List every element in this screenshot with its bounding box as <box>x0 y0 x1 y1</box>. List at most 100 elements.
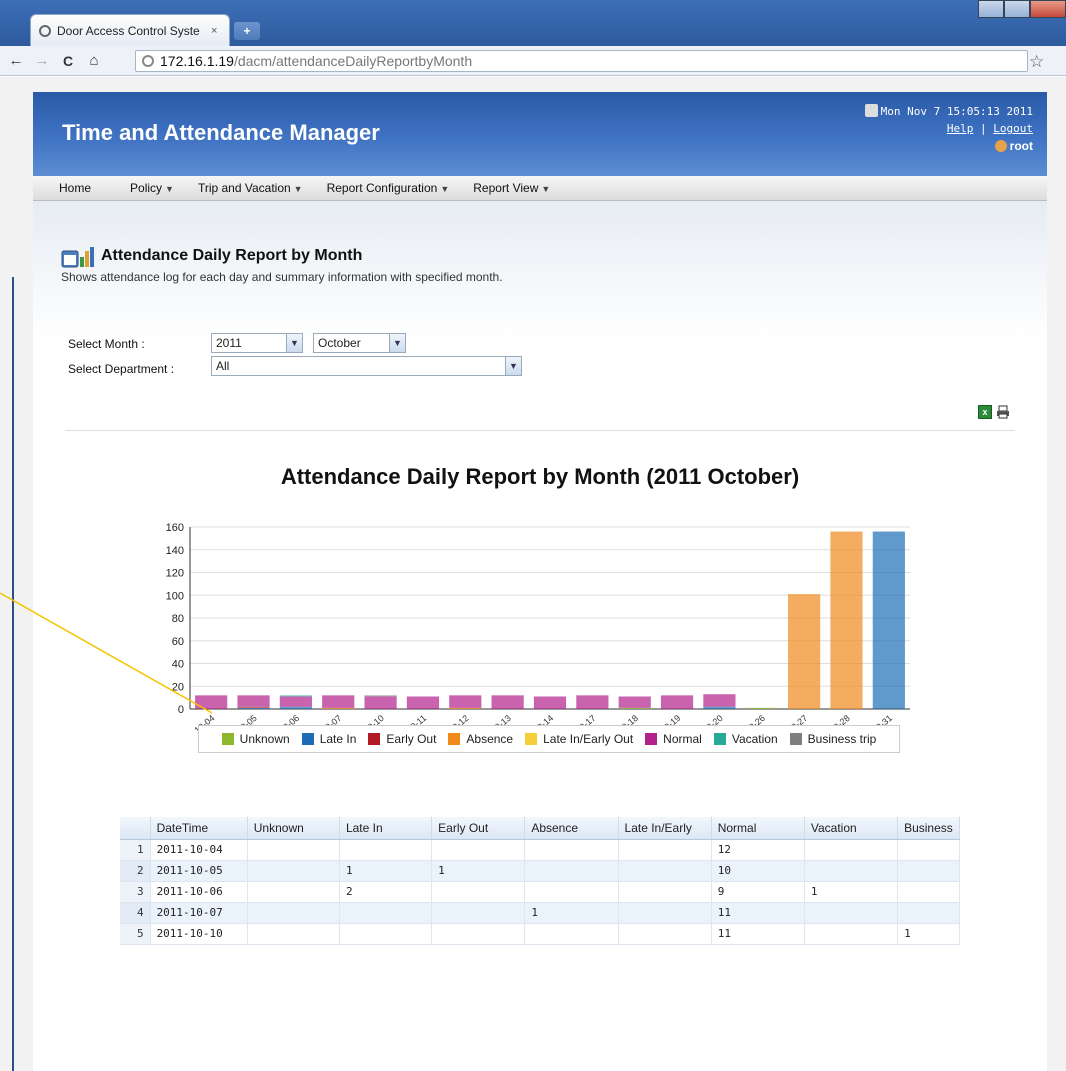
chevron-down-icon: ▼ <box>541 184 551 194</box>
table-row[interactable]: 2 2011-10-05 1 1 10 <box>120 860 960 882</box>
table-cell: 1 <box>524 902 619 924</box>
month-select[interactable]: October ▼ <box>313 333 406 353</box>
department-select[interactable]: All ▼ <box>211 356 522 376</box>
table-cell <box>618 881 712 903</box>
legend-item[interactable]: Normal <box>645 732 702 746</box>
back-button[interactable]: ← <box>6 52 26 69</box>
menu-home[interactable]: Home <box>33 181 118 195</box>
print-icon[interactable] <box>996 405 1010 419</box>
table-cell: 12 <box>711 839 805 861</box>
chevron-down-icon[interactable]: ▼ <box>505 357 521 375</box>
column-header[interactable]: Vacation <box>804 817 899 840</box>
home-button[interactable]: ⌂ <box>84 52 104 69</box>
user-name: root <box>1009 139 1033 153</box>
logout-link[interactable]: Logout <box>993 122 1033 135</box>
column-header[interactable]: Normal <box>711 817 805 840</box>
row-number: 1 <box>120 839 151 861</box>
year-select[interactable]: 2011 ▼ <box>211 333 303 353</box>
menu-report-view[interactable]: Report View ▼ <box>461 181 562 195</box>
table-cell <box>524 839 619 861</box>
table-row[interactable]: 4 2011-10-07 1 11 <box>120 902 960 924</box>
legend-item[interactable]: Absence <box>448 732 513 746</box>
menu-trip-and-vacation[interactable]: Trip and Vacation ▼ <box>186 181 315 195</box>
legend-item[interactable]: Early Out <box>368 732 436 746</box>
table-cell <box>804 923 899 945</box>
bar-segment <box>533 696 567 709</box>
table-row[interactable]: 5 2011-10-10 11 1 <box>120 923 960 945</box>
table-row[interactable]: 1 2011-10-04 12 <box>120 839 960 861</box>
help-link[interactable]: Help <box>947 122 974 135</box>
current-user: root <box>865 139 1033 153</box>
legend-item[interactable]: Late In/Early Out <box>525 732 633 746</box>
minimize-button[interactable] <box>978 0 1004 18</box>
bar-segment <box>406 696 440 709</box>
bar-segment <box>703 694 736 707</box>
page-title: Attendance Daily Report by Month <box>101 247 363 264</box>
page-info-icon[interactable] <box>142 55 154 67</box>
table-cell <box>618 839 712 861</box>
legend-item[interactable]: Late In <box>301 732 356 746</box>
column-header[interactable]: Late In <box>339 817 433 840</box>
column-header[interactable]: Late In/Early <box>618 817 712 840</box>
table-cell: 1 <box>804 881 899 903</box>
column-header[interactable]: DateTime <box>150 817 248 840</box>
table-row[interactable]: 3 2011-10-06 2 9 1 <box>120 881 960 903</box>
table-cell <box>804 860 899 882</box>
bar-segment <box>618 696 651 708</box>
table-cell: 11 <box>711 902 805 924</box>
chevron-down-icon: ▼ <box>165 184 174 194</box>
legend-label: Normal <box>663 732 702 746</box>
bar-segment <box>279 695 312 697</box>
table-cell <box>804 839 899 861</box>
column-header[interactable]: Early Out <box>431 817 526 840</box>
table-cell <box>618 902 712 924</box>
legend-swatch <box>448 733 461 745</box>
table-cell: 1 <box>897 923 960 945</box>
bar-segment <box>279 706 312 709</box>
table-cell <box>247 881 340 903</box>
new-tab-button[interactable]: + <box>234 22 260 40</box>
bar-segment <box>279 696 312 707</box>
legend-item[interactable]: Vacation <box>713 732 778 746</box>
table-cell <box>618 923 712 945</box>
forward-button[interactable]: → <box>32 52 52 69</box>
legend-item[interactable]: Unknown <box>221 732 290 746</box>
browser-tab[interactable]: Door Access Control Syste × <box>30 14 230 46</box>
address-bar[interactable]: 172.16.1.19/dacm/attendanceDailyReportby… <box>135 50 1028 72</box>
browser-titlebar: Door Access Control Syste × + <box>0 0 1066 46</box>
select-department-label: Select Department : <box>68 362 175 376</box>
bar-segment <box>237 695 270 707</box>
bar-segment <box>788 594 821 709</box>
maximize-button[interactable] <box>1004 0 1030 18</box>
menu-report-configuration[interactable]: Report Configuration ▼ <box>315 181 462 195</box>
chevron-down-icon[interactable]: ▼ <box>389 334 405 352</box>
export-excel-icon[interactable]: x <box>978 405 992 419</box>
table-cell <box>431 839 526 861</box>
column-header[interactable]: Business <box>897 817 960 840</box>
menu-policy[interactable]: Policy ▼ <box>118 181 186 195</box>
column-header[interactable]: Absence <box>524 817 619 840</box>
calendar-report-icon <box>61 247 94 268</box>
chevron-down-icon[interactable]: ▼ <box>286 334 302 352</box>
tab-close-icon[interactable]: × <box>211 25 217 37</box>
reload-button[interactable]: C <box>58 53 78 69</box>
y-tick-label: 80 <box>172 613 184 625</box>
legend-swatch <box>221 733 234 745</box>
row-number-header <box>120 817 151 840</box>
table-cell <box>431 881 526 903</box>
bookmark-star-icon[interactable]: ☆ <box>1029 52 1044 72</box>
legend-label: Unknown <box>239 732 290 746</box>
table-cell <box>431 902 526 924</box>
bar-segment <box>618 707 651 709</box>
close-window-button[interactable] <box>1030 0 1066 18</box>
table-cell <box>897 860 960 882</box>
bar-segment <box>449 695 482 708</box>
table-cell <box>247 839 340 861</box>
legend-item[interactable]: Business trip <box>789 732 876 746</box>
header-info: Mon Nov 7 15:05:13 2011 Help | Logout ro… <box>864 104 1033 153</box>
legend-label: Absence <box>466 732 514 746</box>
y-tick-label: 100 <box>166 590 184 602</box>
column-header[interactable]: Unknown <box>247 817 340 840</box>
bar-segment <box>237 707 270 709</box>
bar-segment <box>364 695 397 697</box>
